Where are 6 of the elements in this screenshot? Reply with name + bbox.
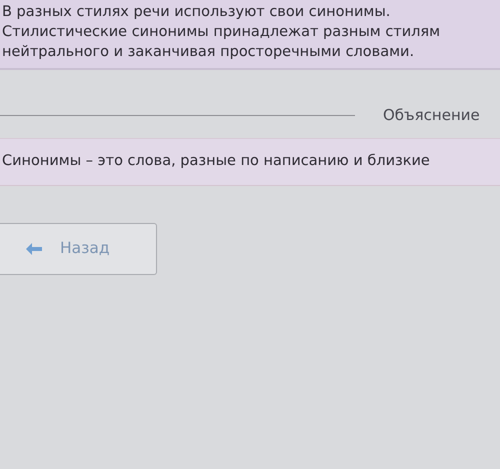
- summary-text-line: В разных стилях речи используют свои синонимы.: [2, 3, 392, 22]
- explanation-text: Синонимы – это слова, разные по написанию и близкие: [0, 138, 500, 186]
- summary-text-line: Стилистические синонимы принадлежат разным стилям: [2, 23, 442, 42]
- explanation-label[interactable]: Объяснение: [383, 104, 480, 126]
- summary-text-line: нейтрального и заканчивая просторечными словами.: [2, 43, 416, 62]
- arrow-left-icon: [26, 242, 42, 255]
